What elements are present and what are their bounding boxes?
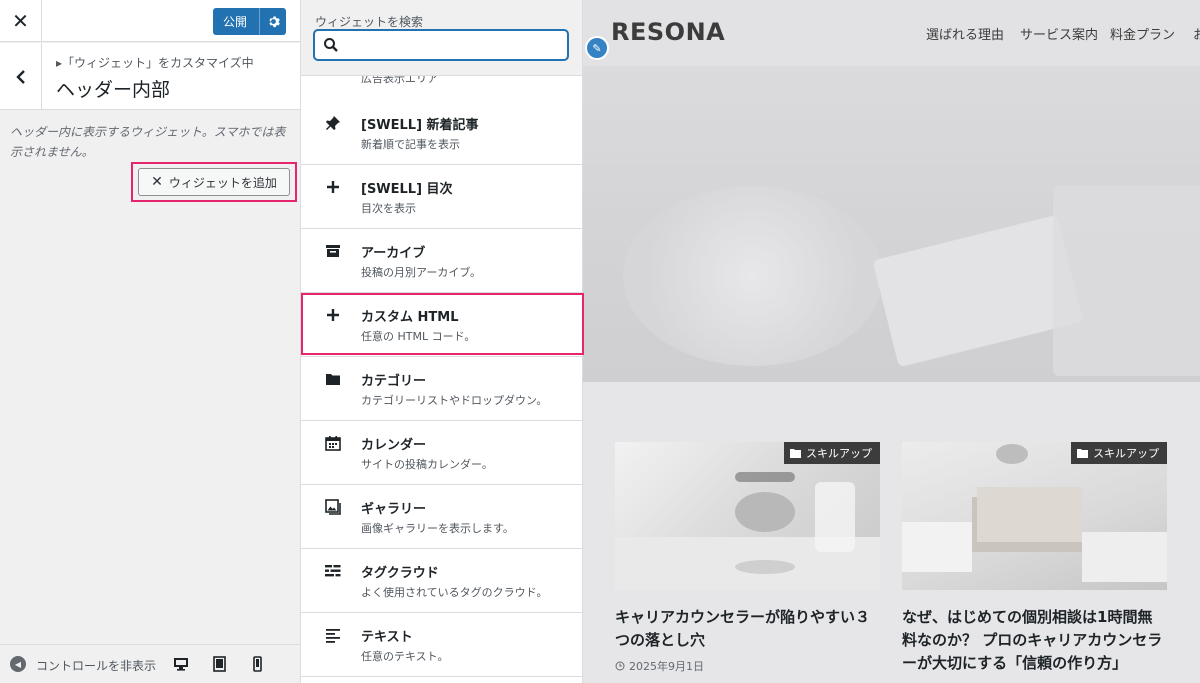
- widget-item-desc: よく使用されているタグのクラウド。: [361, 586, 548, 599]
- site-logo[interactable]: RESONA: [611, 18, 725, 46]
- nav-item[interactable]: 選ばれる理由: [926, 24, 1004, 43]
- widget-item-swell-toc[interactable]: [SWELL] 目次 目次を表示: [301, 165, 582, 229]
- back-arrow-icon[interactable]: [0, 43, 42, 110]
- add-widget-label: ウィジェットを追加: [168, 175, 277, 190]
- widget-item-desc: 任意のテキスト。: [361, 650, 449, 663]
- category-tag-label: スキルアップ: [1093, 447, 1159, 460]
- add-widget-button[interactable]: ✕ ウィジェットを追加: [138, 168, 290, 196]
- folder-icon: [790, 449, 801, 458]
- nav-item[interactable]: お: [1193, 24, 1200, 43]
- widget-search-input[interactable]: [345, 35, 560, 55]
- post-thumbnail[interactable]: スキルアップ: [902, 442, 1167, 590]
- folder-icon: [1077, 449, 1088, 458]
- hero-decoration: [1053, 186, 1200, 376]
- widget-item-desc: 新着順で記事を表示: [361, 138, 460, 151]
- widget-item-categories[interactable]: カテゴリー カテゴリーリストやドロップダウン。: [301, 357, 582, 421]
- edit-shortcut-icon[interactable]: ✎: [585, 36, 609, 60]
- available-widgets-panel: ウィジェットを検索 広告表示エリア [SWELL] 新着記事 新着順で記事を表示…: [301, 0, 583, 683]
- text-icon: [323, 625, 343, 645]
- calendar-icon: [323, 433, 343, 453]
- search-icon: [324, 38, 338, 52]
- widget-search-area: ウィジェットを検索: [301, 0, 582, 76]
- close-icon[interactable]: ✕: [0, 0, 42, 42]
- post-title[interactable]: キャリアカウンセラーが陥りやすい３つの落とし穴: [615, 606, 880, 652]
- desktop-preview-icon[interactable]: [172, 655, 190, 673]
- widget-item-title: カテゴリー: [361, 374, 427, 389]
- widget-item-swell-new-posts[interactable]: [SWELL] 新着記事 新着順で記事を表示: [301, 101, 582, 165]
- post-date-text: 2025年9月1日: [629, 660, 704, 673]
- widget-item-desc: サイトの投稿カレンダー。: [361, 458, 493, 471]
- customizer-panel: ✕ 公開 ▸「ウィジェット」をカスタマイズ中 ヘッダー内部 ヘッダー内に表示する…: [0, 0, 301, 683]
- preview-header: RESONA ✎ 選ばれる理由 サービス案内 料金プラン お: [583, 0, 1200, 66]
- mobile-preview-icon[interactable]: [248, 655, 266, 673]
- customizer-header: ✕ 公開: [0, 0, 300, 42]
- add-widget-highlight: ✕ ウィジェットを追加: [131, 162, 297, 202]
- section-description: ヘッダー内に表示するウィジェット。スマホでは表示されません。: [10, 125, 286, 159]
- plus-icon: [323, 305, 343, 325]
- widget-item-title: [SWELL] 目次: [361, 182, 453, 197]
- collapse-icon[interactable]: ◀: [10, 656, 26, 672]
- tablet-preview-icon[interactable]: [210, 655, 228, 673]
- site-preview: RESONA ✎ 選ばれる理由 サービス案内 料金プラン お スキルアップ キャ…: [583, 0, 1200, 683]
- widget-item-title: [SWELL] 新着記事: [361, 118, 479, 133]
- widget-item-desc: 任意の HTML コード。: [361, 330, 476, 343]
- hero-decoration: [623, 186, 883, 366]
- section-header: ▸「ウィジェット」をカスタマイズ中 ヘッダー内部: [0, 43, 300, 110]
- category-tag-label: スキルアップ: [806, 447, 872, 460]
- widget-item-title: タグクラウド: [361, 566, 439, 581]
- widget-item-title: カレンダー: [361, 438, 427, 453]
- section-title: ヘッダー内部: [56, 79, 171, 101]
- gear-icon[interactable]: [260, 15, 286, 28]
- widget-item-title: テキスト: [361, 630, 413, 645]
- widget-search-label: ウィジェットを検索: [315, 15, 424, 29]
- widget-item-title: ギャラリー: [361, 502, 427, 517]
- plus-icon: [323, 177, 343, 197]
- widget-item-gallery[interactable]: ギャラリー 画像ギャラリーを表示します。: [301, 485, 582, 549]
- widget-item-text[interactable]: テキスト 任意のテキスト。: [301, 613, 582, 677]
- breadcrumb-text: 「ウィジェット」をカスタマイズ中: [62, 56, 254, 70]
- widget-item-archives[interactable]: アーカイブ 投稿の月別アーカイブ。: [301, 229, 582, 293]
- publish-button[interactable]: 公開: [213, 8, 286, 35]
- customizer-footer: ◀ コントロールを非表示: [0, 644, 300, 683]
- widget-item-desc: 投稿の月別アーカイブ。: [361, 266, 482, 279]
- category-tag[interactable]: スキルアップ: [784, 442, 880, 464]
- post-title[interactable]: なぜ、はじめての個別相談は1時間無料なのか？ プロのキャリアカウンセラーが大切に…: [902, 606, 1167, 675]
- widget-item-custom-html[interactable]: カスタム HTML 任意の HTML コード。: [301, 293, 582, 357]
- publish-label[interactable]: 公開: [213, 13, 259, 30]
- widget-item-desc: 目次を表示: [361, 202, 416, 215]
- breadcrumb: ▸「ウィジェット」をカスタマイズ中: [56, 54, 254, 71]
- pin-icon: [323, 113, 343, 133]
- hero-decoration: [872, 214, 1084, 368]
- widget-item-title: カスタム HTML: [361, 310, 459, 325]
- widget-item-title: アーカイブ: [361, 246, 426, 261]
- close-x-icon: ✕: [151, 174, 163, 190]
- archive-icon: [323, 241, 343, 261]
- widget-search-box[interactable]: [314, 30, 568, 60]
- gallery-icon: [323, 497, 343, 517]
- post-card[interactable]: スキルアップ なぜ、はじめての個別相談は1時間無料なのか？ プロのキャリアカウン…: [902, 442, 1167, 675]
- post-card[interactable]: スキルアップ キャリアカウンセラーが陥りやすい３つの落とし穴 2025年9月1日: [615, 442, 880, 674]
- widget-item-calendar[interactable]: カレンダー サイトの投稿カレンダー。: [301, 421, 582, 485]
- folder-icon: [323, 369, 343, 389]
- tagcloud-icon: [323, 561, 343, 581]
- collapse-label[interactable]: コントロールを非表示: [36, 657, 156, 674]
- hero-image: [583, 66, 1200, 382]
- widget-item-tag-cloud[interactable]: タグクラウド よく使用されているタグのクラウド。: [301, 549, 582, 613]
- post-date: 2025年9月1日: [615, 658, 880, 674]
- widget-item-desc: カテゴリーリストやドロップダウン。: [361, 394, 548, 407]
- clock-icon: [615, 661, 625, 671]
- category-tag[interactable]: スキルアップ: [1071, 442, 1167, 464]
- nav-item[interactable]: サービス案内: [1020, 24, 1098, 43]
- nav-item[interactable]: 料金プラン: [1110, 24, 1175, 43]
- post-thumbnail[interactable]: スキルアップ: [615, 442, 880, 590]
- widget-item-desc: 画像ギャラリーを表示します。: [361, 522, 514, 535]
